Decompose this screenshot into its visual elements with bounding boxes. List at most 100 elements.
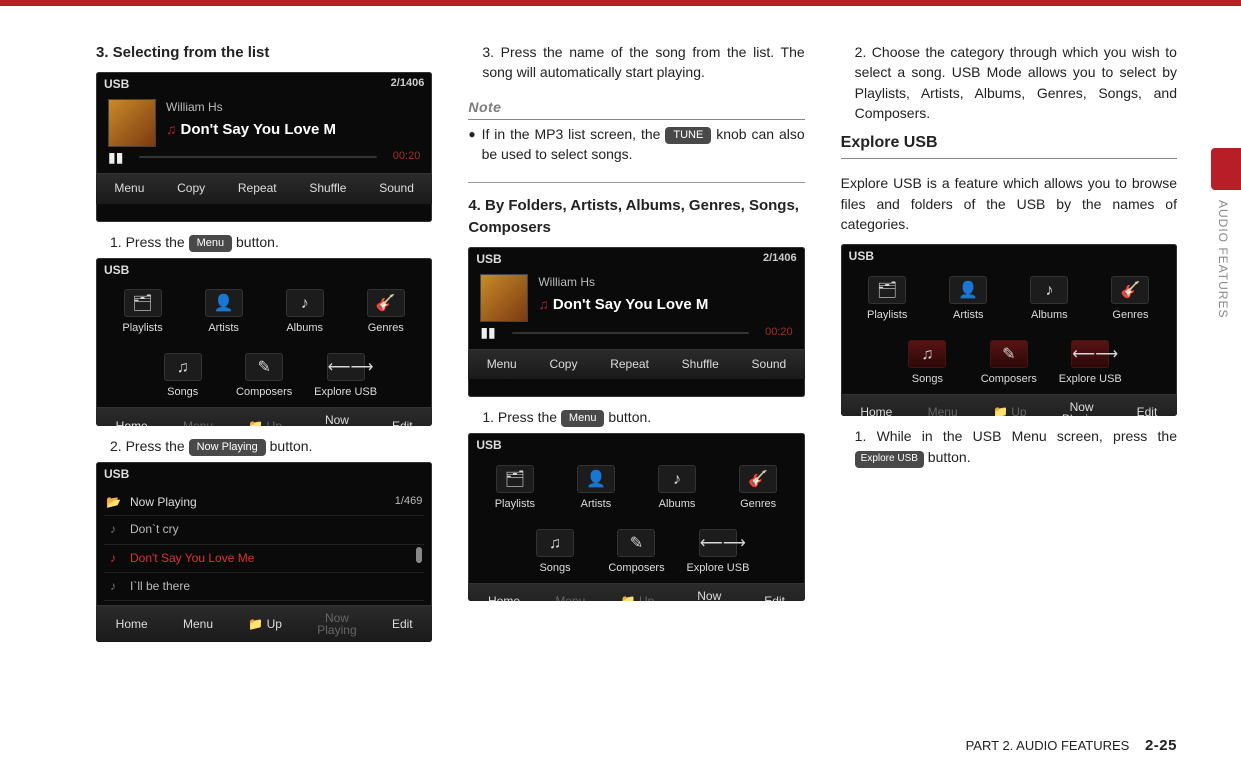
cat-albums[interactable]: ♪Albums bbox=[266, 287, 343, 341]
bar-nowplaying[interactable]: NowPlaying bbox=[317, 414, 356, 426]
category-grid-top: 🗂Playlists 👤Artists ♪Albums 🎸Genres bbox=[841, 266, 1177, 330]
list-item-3[interactable]: ♪I`ll be there bbox=[104, 573, 424, 601]
bar-menu[interactable]: Menu bbox=[183, 616, 213, 633]
cat-genres[interactable]: 🎸 Genres bbox=[720, 463, 797, 517]
category-grid-bottom: ♫ Songs ✎Composers ⟵⟶Explore USB bbox=[508, 519, 764, 583]
bar-nowplaying[interactable]: NowPlaying bbox=[1062, 401, 1101, 417]
bar-home[interactable]: Home bbox=[116, 616, 148, 633]
t: button. bbox=[604, 409, 651, 425]
cat-genres[interactable]: 🎸Genres bbox=[1092, 274, 1169, 328]
bar-nowplaying[interactable]: NowPlaying bbox=[690, 590, 729, 602]
bar-up[interactable]: 📁 Up bbox=[248, 616, 282, 633]
cat-label: Composers bbox=[981, 373, 1037, 385]
pause-icon[interactable]: ▮▮ bbox=[480, 322, 495, 342]
step-3-press-song: 3. Press the name of the song from the l… bbox=[468, 42, 804, 83]
artists-icon: 👤 bbox=[577, 465, 615, 493]
cat-songs[interactable]: ♫Songs bbox=[144, 351, 221, 405]
bar-home[interactable]: Home bbox=[488, 593, 520, 601]
bar-repeat[interactable]: Repeat bbox=[238, 180, 277, 197]
cat-composers[interactable]: ✎Composers bbox=[225, 351, 302, 405]
explore-usb-lozenge: Explore USB bbox=[855, 451, 924, 468]
note-underline bbox=[468, 119, 804, 120]
scrollbar-thumb[interactable] bbox=[416, 547, 422, 563]
cat-songs[interactable]: ♫ Songs bbox=[516, 527, 593, 581]
usb-badge: USB bbox=[104, 77, 129, 91]
menu-bottom-bar: Home Menu 📁 Up NowPlaying Edit bbox=[96, 605, 432, 642]
np2: Playing bbox=[317, 425, 356, 426]
bar-sound[interactable]: Sound bbox=[379, 180, 414, 197]
cat-artists[interactable]: 👤Artists bbox=[557, 463, 634, 517]
albums-icon: ♪ bbox=[1030, 276, 1068, 304]
column-1: 3. Selecting from the list USB 2/1406 Wi… bbox=[96, 42, 432, 706]
nowplaying-lozenge: Now Playing bbox=[189, 439, 266, 456]
playlists-icon: 🗂 bbox=[868, 276, 906, 304]
category-grid-bottom: ♫Songs ✎Composers ⟵⟶Explore USB bbox=[881, 330, 1137, 394]
column-3: 2. Choose the category through which you… bbox=[841, 42, 1177, 706]
figure-category-grid-3: USB 🗂Playlists 👤Artists ♪Albums 🎸Genres … bbox=[841, 244, 1177, 416]
progress-bar[interactable] bbox=[512, 332, 749, 334]
bar-menu[interactable]: Menu bbox=[114, 180, 144, 197]
bar-copy[interactable]: Copy bbox=[549, 356, 577, 373]
cat-explore-usb[interactable]: ⟵⟶Explore USB bbox=[1052, 338, 1129, 392]
genres-icon: 🎸 bbox=[739, 465, 777, 493]
bar-home[interactable]: Home bbox=[860, 404, 892, 416]
bar-copy[interactable]: Copy bbox=[177, 180, 205, 197]
menu-bottom-bar: Home Menu 📁 Up NowPlaying Edit bbox=[841, 394, 1177, 417]
bar-repeat[interactable]: Repeat bbox=[610, 356, 649, 373]
cat-albums[interactable]: ♪ Albums bbox=[638, 463, 715, 517]
bar-menu-dim: Menu bbox=[183, 418, 213, 426]
albums-icon: ♪ bbox=[286, 289, 324, 317]
list-item-1[interactable]: ♪Don`t cry bbox=[104, 516, 424, 544]
cat-albums[interactable]: ♪Albums bbox=[1011, 274, 1088, 328]
list-count: 1/469 bbox=[395, 494, 423, 510]
figure-player-1: USB 2/1406 William Hs ♫Don't Say You Lov… bbox=[96, 72, 432, 222]
bar-edit[interactable]: Edit bbox=[392, 616, 413, 633]
step-1-text-b: button. bbox=[232, 234, 279, 250]
cat-songs[interactable]: ♫Songs bbox=[889, 338, 966, 392]
bar-menu[interactable]: Menu bbox=[487, 356, 517, 373]
song-title: Don't Say You Love M bbox=[181, 121, 337, 138]
cat-playlists[interactable]: 🗂 Playlists bbox=[476, 463, 553, 517]
playlists-icon: 🗂 bbox=[496, 465, 534, 493]
cat-label: Songs bbox=[539, 562, 570, 574]
bar-edit[interactable]: Edit bbox=[392, 418, 413, 426]
cat-composers[interactable]: ✎Composers bbox=[598, 527, 675, 581]
cat-explore-usb[interactable]: ⟵⟶Explore USB bbox=[679, 527, 756, 581]
songs-icon: ♫ bbox=[536, 529, 574, 557]
album-cover bbox=[108, 99, 156, 147]
cat-label: Songs bbox=[167, 386, 198, 398]
progress-bar[interactable] bbox=[139, 156, 376, 158]
menu-lozenge: Menu bbox=[561, 410, 605, 427]
cat-label: Composers bbox=[236, 386, 292, 398]
col3-step-2: 2. Choose the category through which you… bbox=[841, 42, 1177, 123]
cat-label: Genres bbox=[740, 498, 776, 510]
cat-playlists[interactable]: 🗂Playlists bbox=[104, 287, 181, 341]
cat-artists[interactable]: 👤Artists bbox=[185, 287, 262, 341]
cat-label: Genres bbox=[368, 322, 404, 334]
bar-shuffle[interactable]: Shuffle bbox=[309, 180, 346, 197]
cat-label: Explore USB bbox=[1059, 373, 1122, 385]
pause-icon[interactable]: ▮▮ bbox=[108, 147, 123, 167]
list-item-2-active[interactable]: ♪Don't Say You Love Me bbox=[104, 545, 424, 573]
cat-explore-usb[interactable]: ⟵⟶Explore USB bbox=[307, 351, 384, 405]
col3-step-1: 1. While in the USB Menu screen, press t… bbox=[841, 426, 1177, 467]
bar-shuffle[interactable]: Shuffle bbox=[682, 356, 719, 373]
genres-icon: 🎸 bbox=[1111, 276, 1149, 304]
cat-genres[interactable]: 🎸Genres bbox=[347, 287, 424, 341]
cat-artists[interactable]: 👤Artists bbox=[930, 274, 1007, 328]
bar-home[interactable]: Home bbox=[116, 418, 148, 426]
cat-playlists[interactable]: 🗂Playlists bbox=[849, 274, 926, 328]
bar-edit[interactable]: Edit bbox=[764, 593, 785, 601]
albums-icon: ♪ bbox=[658, 465, 696, 493]
album-cover bbox=[480, 274, 528, 322]
cat-label: Playlists bbox=[495, 498, 535, 510]
explore-usb-para: Explore USB is a feature which allows yo… bbox=[841, 173, 1177, 234]
bar-sound[interactable]: Sound bbox=[752, 356, 787, 373]
cat-label: Albums bbox=[659, 498, 696, 510]
explore-usb-icon: ⟵⟶ bbox=[327, 353, 365, 381]
cat-composers[interactable]: ✎Composers bbox=[970, 338, 1047, 392]
bar-edit[interactable]: Edit bbox=[1137, 404, 1158, 416]
explore-usb-heading: Explore USB bbox=[841, 131, 1177, 159]
bar-up-dim: 📁 Up bbox=[621, 593, 655, 601]
cat-label: Songs bbox=[912, 373, 943, 385]
